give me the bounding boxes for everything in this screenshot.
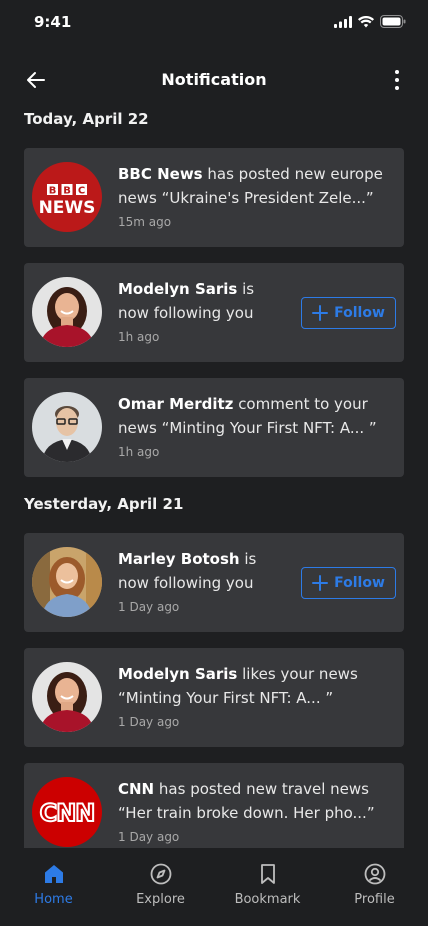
notification-time: 1h ago — [118, 330, 160, 344]
notification-message-line2: news “Minting Your First NFT: A... ” — [118, 419, 377, 437]
signal-icon — [334, 15, 352, 28]
notification-item[interactable]: B B C NEWS BBC News has posted new europ… — [24, 148, 404, 247]
notification-message: has posted new travel news — [158, 780, 369, 798]
more-vertical-icon[interactable] — [390, 68, 404, 92]
wifi-icon — [358, 15, 374, 27]
section-title-today: Today, April 22 — [24, 110, 149, 128]
svg-text:C: C — [78, 186, 85, 197]
notification-item[interactable]: Marley Botosh is now following you 1 Day… — [24, 533, 404, 632]
svg-text:CNN: CNN — [40, 799, 95, 827]
avatar — [32, 547, 102, 617]
notification-actor: Marley Botosh — [118, 550, 240, 568]
compass-icon — [150, 863, 171, 885]
notification-text: Modelyn Saris is now following you 1h ag… — [118, 277, 254, 346]
status-time: 9:41 — [34, 13, 72, 31]
bookmark-icon — [260, 864, 275, 884]
svg-text:B: B — [49, 186, 57, 197]
avatar — [32, 662, 102, 732]
notification-message-line2: now following you — [118, 574, 254, 592]
notification-time: 1 Day ago — [118, 715, 180, 729]
follow-button[interactable]: Follow — [301, 297, 396, 329]
notification-actor: BBC News — [118, 165, 203, 183]
tab-label: Profile — [354, 892, 395, 907]
tab-label: Home — [34, 892, 73, 907]
tab-explore[interactable]: Explore — [107, 848, 214, 926]
section-title-yesterday: Yesterday, April 21 — [24, 495, 184, 513]
plus-icon — [312, 305, 329, 321]
notification-actor: Omar Merditz — [118, 395, 234, 413]
svg-text:B: B — [63, 186, 71, 197]
notification-item[interactable]: Modelyn Saris is now following you 1h ag… — [24, 263, 404, 362]
battery-icon — [380, 15, 406, 28]
tab-home[interactable]: Home — [0, 848, 107, 926]
notification-actor: Modelyn Saris — [118, 665, 238, 683]
tab-bar: Home Explore Bookmark Profile — [0, 848, 428, 926]
header: Notification — [0, 62, 428, 100]
tab-bookmark[interactable]: Bookmark — [214, 848, 321, 926]
home-icon — [44, 865, 63, 883]
avatar — [32, 392, 102, 462]
notification-text: BBC News has posted new europe news “Ukr… — [118, 162, 383, 231]
notification-text: Modelyn Saris likes your news “Minting Y… — [118, 662, 358, 731]
notification-message: is — [244, 550, 257, 568]
tab-profile[interactable]: Profile — [321, 848, 428, 926]
svg-text:NEWS: NEWS — [39, 198, 96, 218]
notification-message-line2: news “Ukraine's President Zele...” — [118, 189, 374, 207]
follow-button-label: Follow — [334, 305, 385, 321]
status-bar: 9:41 — [0, 0, 428, 44]
notification-time: 15m ago — [118, 215, 172, 229]
follow-button[interactable]: Follow — [301, 567, 396, 599]
follow-button-label: Follow — [334, 575, 385, 591]
notification-item[interactable]: Modelyn Saris likes your news “Minting Y… — [24, 648, 404, 747]
notification-text: CNN has posted new travel news “Her trai… — [118, 777, 375, 846]
avatar — [32, 277, 102, 347]
page-title: Notification — [161, 70, 267, 89]
notification-time: 1 Day ago — [118, 600, 180, 614]
notification-message: comment to your — [238, 395, 368, 413]
notification-actor: Modelyn Saris — [118, 280, 238, 298]
notification-text: Marley Botosh is now following you 1 Day… — [118, 547, 256, 616]
tab-label: Bookmark — [234, 892, 301, 907]
notification-item[interactable]: Omar Merditz comment to your news “Minti… — [24, 378, 404, 477]
notification-actor: CNN — [118, 780, 155, 798]
plus-icon — [312, 575, 329, 591]
notification-message-line2: now following you — [118, 304, 254, 322]
bbc-logo: B B C NEWS — [32, 162, 102, 232]
profile-icon — [364, 863, 385, 885]
notification-message: is — [242, 280, 255, 298]
notification-text: Omar Merditz comment to your news “Minti… — [118, 392, 377, 461]
notification-message-line2: “Minting Your First NFT: A... ” — [118, 689, 334, 707]
status-icons — [334, 15, 406, 28]
notification-time: 1h ago — [118, 445, 160, 459]
notification-time: 1 Day ago — [118, 830, 180, 844]
cnn-logo: CNN — [32, 777, 102, 847]
notification-message-line2: “Her train broke down. Her pho...” — [118, 804, 375, 822]
notification-message: likes your news — [242, 665, 358, 683]
tab-label: Explore — [136, 892, 185, 907]
notification-message: has posted new europe — [207, 165, 383, 183]
